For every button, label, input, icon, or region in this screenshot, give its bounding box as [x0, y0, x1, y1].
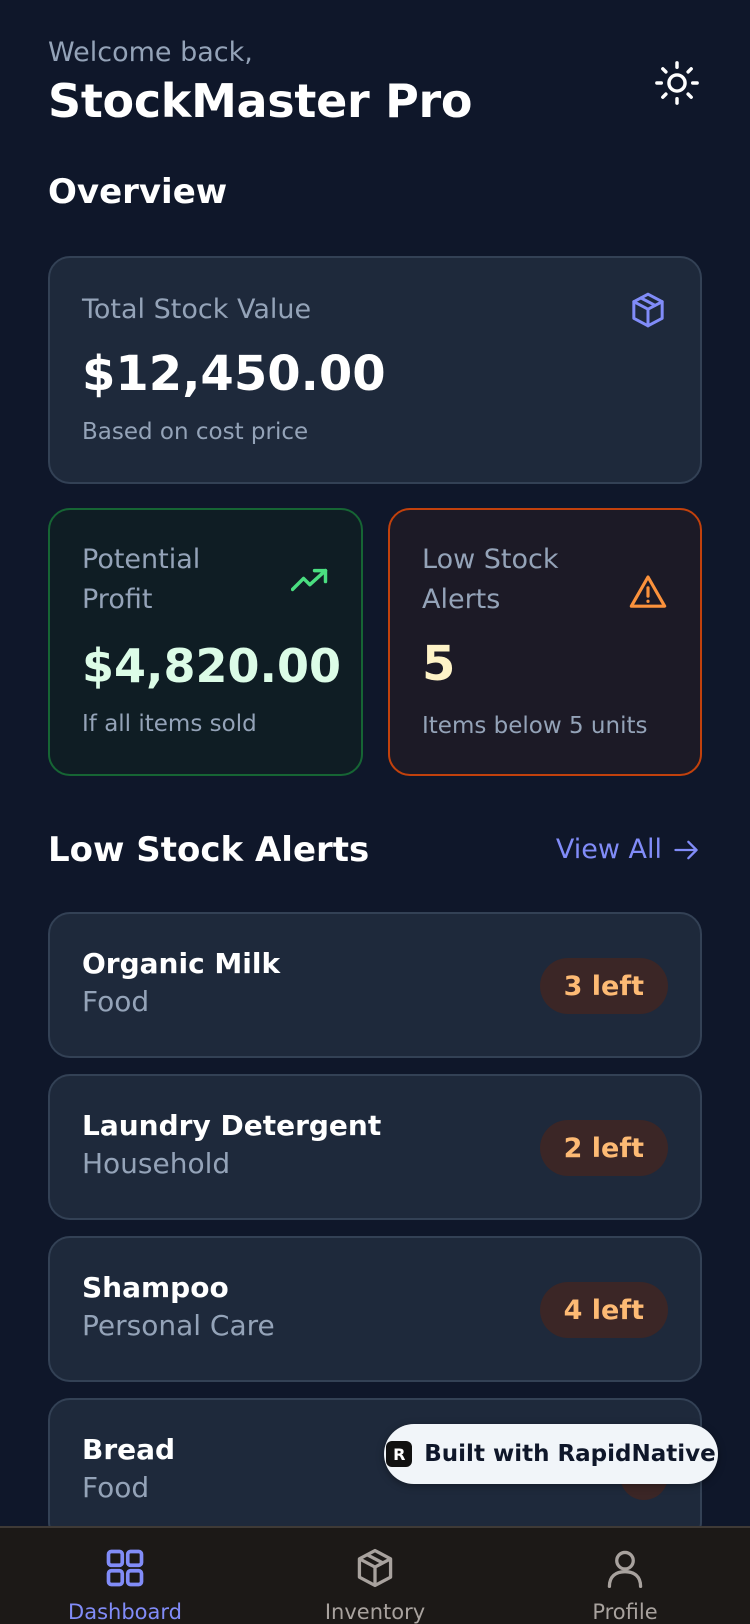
bottom-tab-bar: Dashboard Inventory Profile — [0, 1526, 750, 1624]
profit-label: Potential Profit — [82, 544, 201, 615]
potential-profit-card[interactable]: Potential Profit $4,820.00 If all items … — [48, 508, 363, 776]
user-icon — [607, 1550, 643, 1588]
rapidnative-logo-icon: R — [386, 1441, 413, 1467]
view-all-label: View All — [555, 834, 662, 865]
arrow-right-icon — [674, 840, 698, 859]
tab-label: Profile — [592, 1600, 658, 1624]
alerts-value: 5 — [422, 636, 456, 692]
tab-profile[interactable]: Profile — [500, 1528, 750, 1624]
total-stock-card[interactable]: Total Stock Value $12,450.00 Based on co… — [48, 256, 702, 484]
rapidnative-badge[interactable]: R Built with RapidNative — [384, 1424, 718, 1484]
trending-up-icon — [291, 568, 328, 592]
low-stock-item[interactable]: Organic Milk Food 3 left — [48, 912, 702, 1058]
grid-icon — [106, 1549, 144, 1587]
stock-badge: 2 left — [539, 1120, 668, 1176]
stock-badge: 4 left — [539, 1282, 668, 1338]
profit-label-row: Potential Profit — [82, 540, 329, 620]
tab-label: Dashboard — [68, 1600, 182, 1624]
app-title: StockMaster Pro — [48, 74, 473, 128]
profit-sub: If all items sold — [82, 711, 257, 737]
alerts-sub: Items below 5 units — [422, 713, 648, 739]
welcome-text: Welcome back, — [48, 37, 253, 68]
box-icon — [632, 292, 664, 328]
low-stock-item[interactable]: Laundry Detergent Household 2 left — [48, 1074, 702, 1220]
low-stock-title: Low Stock Alerts — [48, 830, 370, 870]
rapidnative-label: Built with RapidNative — [424, 1441, 716, 1467]
stock-badge: 3 left — [539, 958, 668, 1014]
profit-value: $4,820.00 — [82, 639, 341, 693]
total-stock-label: Total Stock Value — [82, 294, 312, 325]
sun-icon — [655, 61, 699, 105]
header: Welcome back, StockMaster Pro — [48, 36, 702, 130]
view-all-link[interactable]: View All — [556, 834, 700, 865]
warning-icon — [629, 575, 667, 608]
theme-toggle-button[interactable] — [652, 58, 702, 108]
alerts-label: Low Stock Alerts — [422, 544, 559, 615]
total-stock-sub: Based on cost price — [82, 419, 309, 445]
tab-dashboard[interactable]: Dashboard — [0, 1528, 250, 1624]
total-stock-value: $12,450.00 — [82, 346, 386, 402]
tab-label: Inventory — [324, 1600, 426, 1624]
low-stock-alerts-card[interactable]: Low Stock Alerts 5 Items below 5 units — [388, 508, 702, 776]
box-icon — [357, 1548, 393, 1588]
low-stock-item[interactable]: Shampoo Personal Care 4 left — [48, 1236, 702, 1382]
tab-inventory[interactable]: Inventory — [250, 1528, 500, 1624]
overview-title: Overview — [48, 172, 228, 212]
